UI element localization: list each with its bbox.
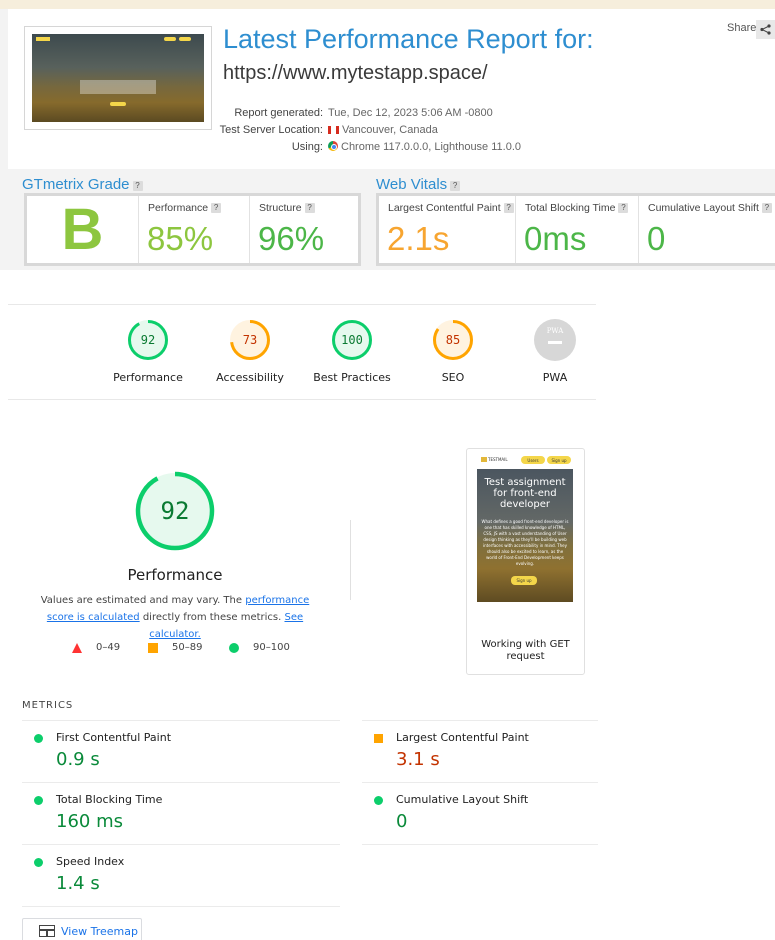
screenshot-logo: TESTMAIL: [481, 457, 508, 462]
help-icon[interactable]: ?: [618, 203, 629, 213]
triangle-icon: [72, 642, 82, 653]
divider: [22, 906, 340, 907]
help-icon[interactable]: ?: [450, 181, 461, 191]
pass-circle-icon: [374, 796, 383, 805]
thumbnail-paragraph: [80, 80, 156, 94]
help-icon[interactable]: ?: [503, 203, 514, 213]
screenshot-hero: Test assignment for front-end developer …: [477, 469, 573, 602]
metric-speed-index[interactable]: Speed Index 1.4 s: [22, 844, 340, 906]
help-icon[interactable]: ?: [132, 181, 143, 191]
grade-letter: B: [61, 197, 104, 262]
structure-grade-value: 96%: [258, 220, 325, 257]
gauge-pwa[interactable]: PWA: [533, 318, 577, 362]
report-title: Latest Performance Report for:: [223, 24, 594, 54]
treemap-icon: [39, 925, 55, 937]
legend-fail: 0–49: [72, 642, 120, 653]
gtmetrix-grade-box: B Performance? 85% Structure? 96%: [24, 193, 361, 266]
chrome-icon: [328, 141, 338, 151]
gtmetrix-grade-title: GTmetrix Grade?: [22, 176, 143, 193]
circle-icon: [229, 642, 239, 653]
metric-fcp[interactable]: First Contentful Paint 0.9 s: [22, 720, 340, 782]
metric-cls[interactable]: Cumulative Layout Shift 0: [362, 782, 598, 844]
share-label[interactable]: Share: [727, 22, 756, 34]
report-url[interactable]: https://www.mytestapp.space/: [223, 62, 488, 85]
gauge-label-performance: Performance: [113, 371, 183, 384]
final-screenshot: TESTMAIL Users Sign up Test assignment f…: [477, 452, 573, 602]
legend-pass: 90–100: [229, 642, 290, 653]
performance-description: Values are estimated and may vary. The p…: [40, 595, 310, 640]
structure-grade-cell: Structure? 96%: [249, 196, 358, 263]
vertical-divider: [350, 520, 351, 600]
tbt-value: 0ms: [524, 220, 587, 257]
web-vitals-title: Web Vitals?: [376, 176, 461, 193]
lcp-cell: Largest Contentful Paint? 2.1s: [379, 196, 515, 263]
gauge-label-pwa: PWA: [542, 371, 568, 384]
tbt-cell: Total Blocking Time? 0ms: [515, 196, 638, 263]
pass-circle-icon: [34, 858, 43, 867]
thumbnail-logo: [36, 37, 50, 41]
screenshot-nav: TESTMAIL Users Sign up: [477, 452, 573, 468]
square-icon: [148, 642, 158, 653]
view-treemap-button[interactable]: View Treemap: [22, 918, 142, 940]
average-square-icon: [374, 734, 383, 743]
top-bar: [0, 0, 775, 9]
performance-title: Performance: [127, 566, 223, 584]
divider: [362, 844, 598, 845]
metrics-title: METRICS: [22, 700, 74, 711]
gauge-accessibility[interactable]: 73: [228, 318, 272, 362]
performance-grade-cell: Performance? 85%: [138, 196, 249, 263]
help-icon[interactable]: ?: [211, 203, 222, 213]
final-screenshot-card[interactable]: TESTMAIL Users Sign up Test assignment f…: [466, 448, 585, 675]
gauge-best-practices[interactable]: 100: [330, 318, 374, 362]
help-icon[interactable]: ?: [304, 203, 315, 213]
performance-score-gauge: 92: [134, 470, 216, 552]
thumbnail-nav-pill: [179, 37, 191, 41]
screenshot-body: What defines a good front-end developer …: [481, 519, 569, 566]
pass-circle-icon: [34, 734, 43, 743]
gauge-label-best-practices: Best Practices: [313, 371, 391, 384]
screenshot-signup-button: Sign up: [547, 456, 571, 464]
gauge-label-seo: SEO: [441, 371, 465, 384]
logo-icon: [481, 457, 487, 462]
lcp-value: 2.1s: [387, 220, 450, 257]
metric-tbt[interactable]: Total Blocking Time 160 ms: [22, 782, 340, 844]
grade-cell: B: [27, 196, 138, 263]
help-icon[interactable]: ?: [761, 203, 772, 213]
gtmetrix-report-section: Latest Performance Report for: https://w…: [0, 0, 775, 270]
screenshot-hero-button: Sign up: [511, 576, 537, 585]
gauge-performance[interactable]: 92: [126, 318, 170, 362]
gauge-seo[interactable]: 85: [431, 318, 475, 362]
cls-cell: Cumulative Layout Shift? 0: [638, 196, 775, 263]
pass-circle-icon: [34, 796, 43, 805]
pwa-icon: PWA: [546, 327, 564, 335]
performance-grade-value: 85%: [147, 220, 214, 257]
screenshot-users-button: Users: [521, 456, 545, 464]
thumbnail-button: [110, 102, 126, 106]
canada-flag-icon: [328, 126, 339, 134]
thumbnail-nav-pill: [164, 37, 176, 41]
share-icon[interactable]: [756, 20, 775, 39]
divider: [8, 399, 596, 400]
legend-average: 50–89: [148, 642, 202, 653]
screenshot-caption: Working with GET request: [481, 639, 570, 662]
divider: [8, 304, 596, 305]
metric-lcp[interactable]: Largest Contentful Paint 3.1 s: [362, 720, 598, 782]
web-vitals-box: Largest Contentful Paint? 2.1s Total Blo…: [376, 193, 775, 266]
cls-value: 0: [647, 220, 666, 257]
gauge-label-accessibility: Accessibility: [216, 371, 284, 384]
screenshot-heading: Test assignment for front-end developer: [484, 477, 566, 510]
